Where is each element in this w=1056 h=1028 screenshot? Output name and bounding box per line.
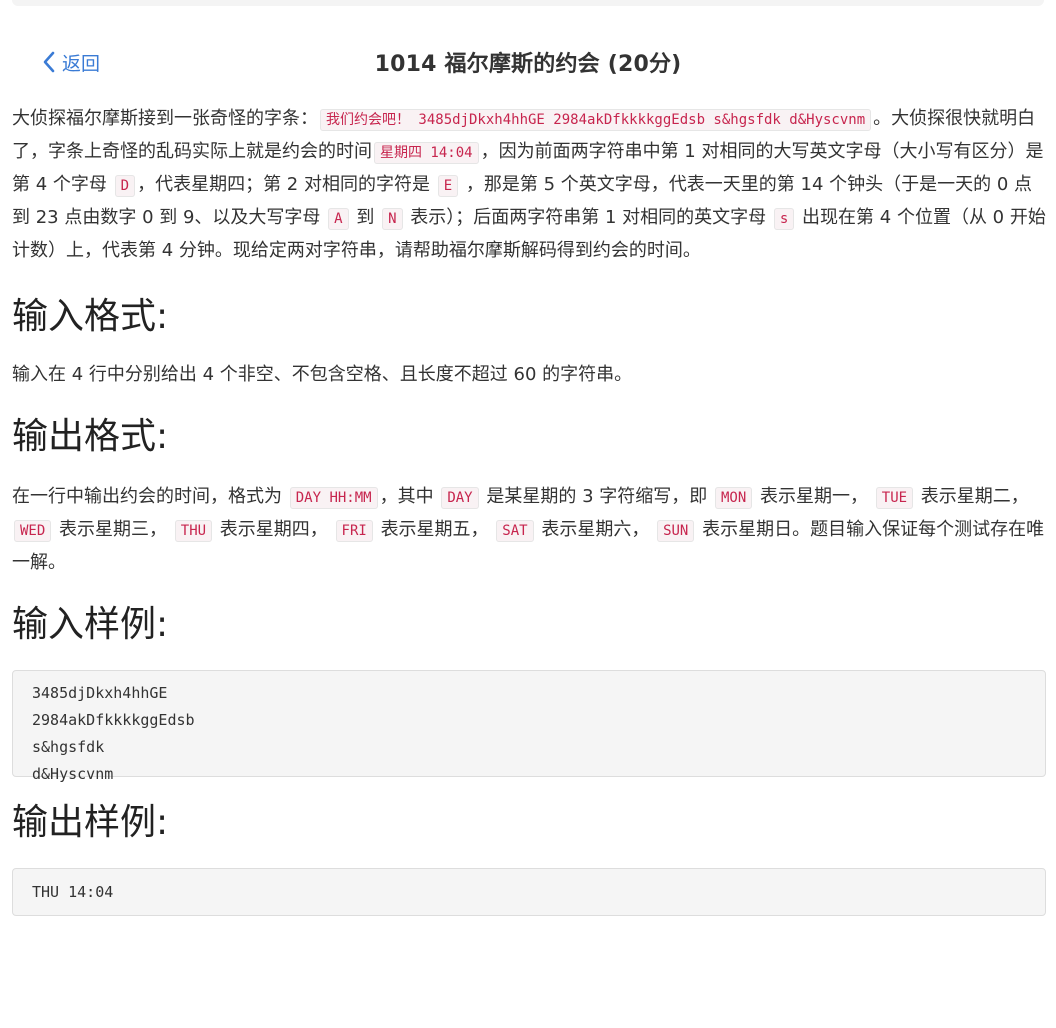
- description-text: 大侦探福尔摩斯接到一张奇怪的字条：: [12, 108, 318, 129]
- output-format-text: 在一行中输出约会的时间，格式为 DAY HH:MM ，其中 DAY 是某星期的 3…: [12, 481, 1046, 579]
- description-text: 到: [356, 207, 375, 228]
- inline-code: WED: [14, 520, 52, 542]
- inline-code: FRI: [335, 520, 373, 542]
- inline-code: N: [382, 208, 403, 230]
- output-text: ，其中: [379, 486, 434, 507]
- inline-code: 我们约会吧！ 3485djDkxh4hhGE 2984akDfkkkkggEds…: [320, 109, 872, 131]
- problem-description: 大侦探福尔摩斯接到一张奇怪的字条： 我们约会吧！ 3485djDkxh4hhGE …: [12, 103, 1046, 267]
- output-text: 在一行中输出约会的时间，格式为: [12, 486, 282, 507]
- inline-code: MON: [715, 487, 753, 509]
- inline-code: 星期四 14:04: [374, 142, 479, 164]
- inline-code: E: [437, 175, 459, 197]
- output-text: 表示星期三，: [59, 519, 168, 540]
- output-text: 表示星期一，: [760, 486, 869, 507]
- inline-code: DAY: [441, 487, 479, 509]
- inline-code: D: [114, 175, 136, 197]
- output-text: 表示星期二，: [920, 486, 1029, 507]
- page-header: 返回 1014 福尔摩斯的约会 (20分): [0, 38, 1056, 86]
- inline-code: THU: [174, 520, 213, 542]
- input-format-heading: 输入格式:: [12, 296, 169, 337]
- sample-output-heading: 输出样例:: [12, 802, 169, 843]
- output-text: 表示星期六，: [541, 519, 650, 540]
- inline-code: A: [328, 208, 349, 230]
- page-title: 1014 福尔摩斯的约会 (20分): [374, 52, 682, 77]
- sample-output-code: THU 14:04: [12, 868, 1046, 916]
- output-text: 是某星期的 3 字符缩写，即: [486, 486, 708, 507]
- output-format-heading: 输出格式:: [12, 416, 169, 457]
- description-text: 表示）；后面两字符串第 1 对相同的英文字母: [410, 207, 767, 228]
- sample-input-code: 3485djDkxh4hhGE 2984akDfkkkkggEdsb s&hgs…: [12, 670, 1046, 783]
- sample-input-heading: 输入样例:: [12, 604, 169, 645]
- inline-code: TUE: [875, 487, 914, 509]
- inline-code: s: [773, 208, 795, 230]
- output-text: 表示星期四，: [219, 519, 328, 540]
- description-text: ，代表星期四；第 2 对相同的字符是: [137, 174, 430, 195]
- input-format-text: 输入在 4 行中分别给出 4 个非空、不包含空格、且长度不超过 60 的字符串。: [12, 364, 633, 385]
- inline-code: SAT: [496, 520, 534, 542]
- top-bar: [12, 0, 1044, 6]
- inline-code: SUN: [657, 520, 695, 542]
- output-text: 表示星期五，: [380, 519, 489, 540]
- inline-code: DAY HH:MM: [289, 487, 378, 509]
- problem-content: 大侦探福尔摩斯接到一张奇怪的字条： 我们约会吧！ 3485djDkxh4hhGE …: [12, 103, 1046, 916]
